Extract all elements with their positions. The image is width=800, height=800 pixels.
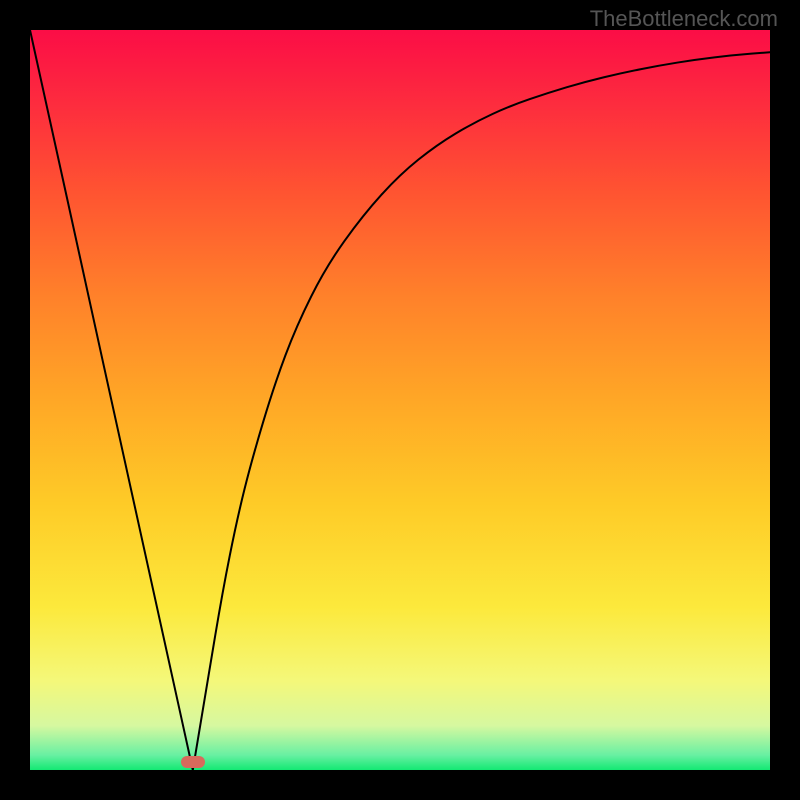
chart-svg [30,30,770,770]
chart-plot-area [30,30,770,770]
chart-curve [30,30,770,770]
watermark: TheBottleneck.com [590,6,778,32]
chart-marker [181,756,205,768]
